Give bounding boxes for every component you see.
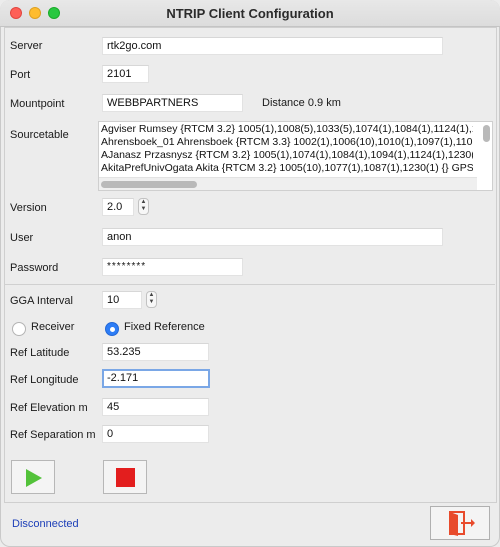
mountpoint-input[interactable]: WEBBPARTNERS [102, 94, 243, 112]
version-input[interactable]: 2.0 [102, 198, 134, 216]
version-label: Version [10, 202, 47, 214]
exit-button[interactable] [430, 506, 490, 540]
password-input[interactable]: ******** [102, 258, 243, 276]
gga-interval-stepper[interactable]: ▲ ▼ [146, 291, 157, 308]
ref-separation-label: Ref Separation m [10, 429, 96, 441]
sourcetable-label: Sourcetable [10, 129, 69, 141]
stop-icon [116, 468, 135, 487]
app-window: NTRIP Client Configuration Server rtk2go… [0, 0, 500, 547]
receiver-radio[interactable] [12, 322, 26, 336]
sourcetable-list[interactable]: Agviser Rumsey {RTCM 3.2} 1005(1),1008(5… [98, 121, 493, 191]
fixed-reference-radio[interactable] [105, 322, 119, 336]
gga-interval-label: GGA Interval [10, 295, 73, 307]
chevron-up-icon[interactable]: ▲ [147, 292, 156, 299]
user-label: User [10, 232, 34, 244]
sourcetable-row[interactable]: AkitaPrefUnivOgata Akita {RTCM 3.2} 1005… [101, 162, 473, 175]
chevron-down-icon[interactable]: ▼ [139, 206, 148, 213]
sourcetable-row[interactable]: Agviser Rumsey {RTCM 3.2} 1005(1),1008(5… [101, 123, 473, 136]
exit-door-icon [449, 511, 475, 536]
ref-latitude-label: Ref Latitude [10, 347, 70, 359]
gga-interval-input[interactable]: 10 [102, 291, 142, 309]
server-label: Server [10, 40, 43, 52]
receiver-radio-label[interactable]: Receiver [31, 321, 74, 333]
section-divider [4, 284, 495, 285]
server-input[interactable]: rtk2go.com [102, 37, 443, 55]
title-bar: NTRIP Client Configuration [0, 0, 500, 27]
ref-longitude-label: Ref Longitude [10, 374, 79, 386]
connection-status: Disconnected [12, 518, 79, 530]
ref-elevation-label: Ref Elevation m [10, 402, 88, 414]
distance-readout: Distance 0.9 km [262, 97, 341, 109]
ref-elevation-input[interactable]: 45 [102, 398, 209, 416]
user-input[interactable]: anon [102, 228, 443, 246]
version-stepper[interactable]: ▲ ▼ [138, 198, 149, 215]
ref-separation-input[interactable]: 0 [102, 425, 209, 443]
port-input[interactable]: 2101 [102, 65, 149, 83]
port-label: Port [10, 69, 31, 81]
ref-longitude-input[interactable]: -2.171 [102, 369, 210, 388]
sourcetable-horizontal-scrollbar[interactable] [101, 181, 197, 188]
play-icon [26, 469, 42, 487]
ref-latitude-input[interactable]: 53.235 [102, 343, 209, 361]
password-label: Password [10, 262, 59, 274]
window-title: NTRIP Client Configuration [166, 6, 334, 21]
sourcetable-horizontal-scrollbar-track [99, 177, 477, 190]
chevron-up-icon[interactable]: ▲ [139, 199, 148, 206]
mountpoint-label: Mountpoint [10, 98, 65, 110]
sourcetable-row[interactable]: AJanasz Przasnysz {RTCM 3.2} 1005(1),107… [101, 149, 473, 162]
sourcetable-row[interactable]: Ahrensboek_01 Ahrensboek {RTCM 3.3} 1002… [101, 136, 473, 149]
fixed-reference-radio-label[interactable]: Fixed Reference [124, 321, 205, 333]
sourcetable-vertical-scrollbar[interactable] [483, 125, 490, 142]
disconnect-button[interactable] [103, 460, 147, 494]
chevron-down-icon[interactable]: ▼ [147, 299, 156, 306]
connect-button[interactable] [11, 460, 55, 494]
